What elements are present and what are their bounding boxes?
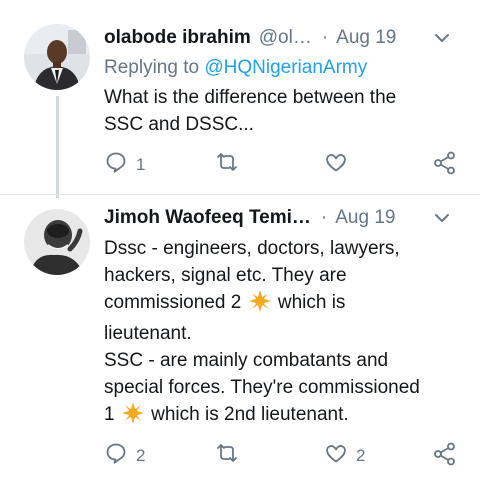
like-button[interactable]: 2 bbox=[324, 441, 365, 470]
user-handle[interactable]: @ol… bbox=[259, 27, 312, 49]
retweet-button[interactable] bbox=[214, 441, 248, 470]
share-button[interactable] bbox=[432, 441, 458, 472]
tweet-text-line: What is the difference between the bbox=[104, 87, 397, 108]
tweet-text: What is the difference between the SSC a… bbox=[104, 84, 474, 138]
reply-icon bbox=[104, 441, 128, 470]
sun-emoji-icon bbox=[248, 290, 271, 320]
display-name[interactable]: Jimoh Waofeeq Temi… bbox=[104, 207, 311, 229]
reply-count: 2 bbox=[136, 445, 146, 465]
tweet-text-line: SSC - are mainly combatants and bbox=[104, 350, 389, 371]
tweet-olabode[interactable]: olabode ibrahim @ol… · Aug 19 Replying t… bbox=[0, 0, 480, 198]
avatar-jimoh[interactable] bbox=[24, 209, 90, 275]
replying-to-link[interactable]: @HQNigerianArmy bbox=[204, 57, 367, 78]
separator-dot: · bbox=[320, 207, 328, 228]
tweet-text-fragment: 1 bbox=[104, 404, 115, 425]
reply-count: 1 bbox=[136, 154, 146, 174]
tweet-date[interactable]: Aug 19 bbox=[336, 27, 396, 49]
retweet-icon bbox=[214, 441, 240, 470]
sun-emoji-icon bbox=[121, 402, 144, 432]
tweet-text-line: 1 which is 2nd lieutenant. bbox=[104, 401, 474, 432]
share-icon bbox=[432, 150, 458, 181]
tweet-text-fragment: which is bbox=[277, 292, 346, 313]
chevron-down-icon[interactable] bbox=[432, 28, 452, 53]
tweet-text-line: Dssc - engineers, doctors, lawyers, bbox=[104, 238, 400, 259]
share-icon bbox=[432, 441, 458, 472]
display-name[interactable]: olabode ibrahim bbox=[104, 27, 251, 49]
like-count: 2 bbox=[356, 445, 366, 465]
tweet-actions: 1 bbox=[104, 150, 464, 182]
reply-icon bbox=[104, 150, 128, 179]
share-button[interactable] bbox=[432, 150, 458, 181]
tweet-actions: 2 2 bbox=[104, 441, 464, 473]
replying-to-label: Replying to bbox=[104, 57, 205, 78]
reply-button[interactable]: 2 bbox=[104, 441, 145, 470]
tweet-header: olabode ibrahim @ol… · Aug 19 bbox=[104, 24, 466, 52]
thread-line bbox=[56, 96, 59, 198]
tweet-header: Jimoh Waofeeq Temi… · Aug 19 bbox=[104, 204, 466, 232]
reply-button[interactable]: 1 bbox=[104, 150, 145, 179]
tweet-date[interactable]: Aug 19 bbox=[335, 207, 395, 229]
replying-to: Replying to @HQNigerianArmy bbox=[104, 57, 367, 79]
like-icon bbox=[324, 441, 348, 470]
tweet-text-line: lieutenant. bbox=[104, 323, 192, 344]
separator-dot: · bbox=[321, 27, 329, 48]
like-icon bbox=[324, 150, 348, 179]
like-button[interactable] bbox=[324, 150, 356, 179]
chevron-down-icon[interactable] bbox=[432, 208, 452, 233]
retweet-button[interactable] bbox=[214, 150, 248, 179]
tweet-text-line: commissioned 2 which is bbox=[104, 289, 474, 320]
tweet-text-line: SSC and DSSC... bbox=[104, 114, 254, 135]
tweet-text-fragment: commissioned 2 bbox=[104, 292, 242, 313]
avatar-olabode[interactable] bbox=[24, 24, 90, 90]
tweet-text-line: hackers, signal etc. They are bbox=[104, 265, 347, 286]
retweet-icon bbox=[214, 150, 240, 179]
tweet-text-line: special forces. They're commissioned bbox=[104, 377, 420, 398]
tweet-text-fragment: which is 2nd lieutenant. bbox=[151, 404, 349, 425]
tweet-jimoh[interactable]: Jimoh Waofeeq Temi… · Aug 19 Dssc - engi… bbox=[0, 195, 480, 488]
tweet-text: Dssc - engineers, doctors, lawyers, hack… bbox=[104, 235, 474, 432]
